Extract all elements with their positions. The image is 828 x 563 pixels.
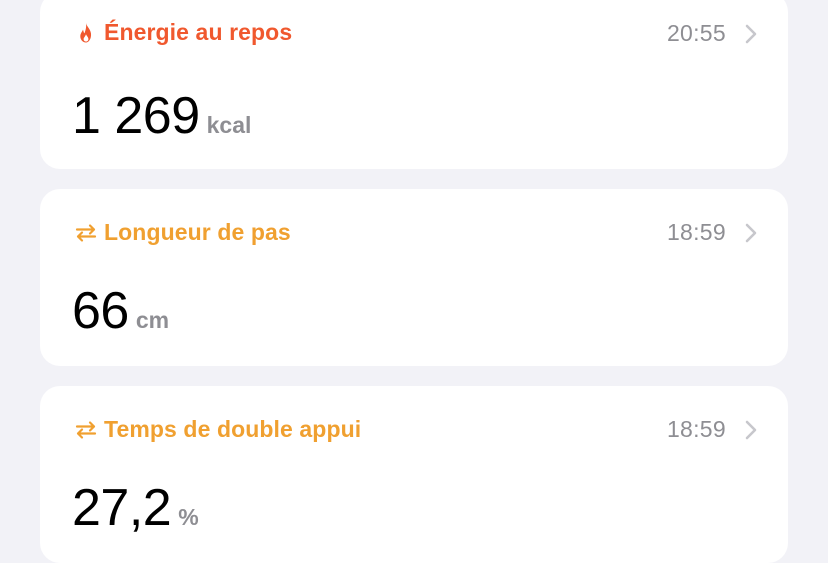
chevron-right-icon: [744, 24, 758, 44]
card-meta: 18:59: [667, 219, 758, 246]
metric-unit: cm: [135, 307, 170, 333]
arrows-swap-icon: [74, 221, 98, 245]
timestamp: 18:59: [666, 416, 726, 442]
metric-unit: kcal: [206, 112, 252, 138]
chevron-right-icon: [744, 420, 758, 440]
resting-energy-card[interactable]: Énergie au repos 20:55 1 269 kcal: [40, 0, 788, 169]
card-title: Énergie au repos: [104, 19, 293, 45]
double-support-time-card[interactable]: Temps de double appui 18:59 27,2 %: [40, 386, 788, 563]
value-row: 27,2 %: [72, 478, 199, 538]
value-row: 1 269 kcal: [72, 86, 251, 146]
flame-icon: [74, 21, 98, 45]
value-row: 66 cm: [72, 281, 169, 341]
card-header: Longueur de pas: [74, 219, 291, 246]
card-title: Temps de double appui: [104, 416, 362, 442]
arrows-swap-icon: [74, 418, 98, 442]
card-title: Longueur de pas: [104, 219, 291, 245]
step-length-card[interactable]: Longueur de pas 18:59 66 cm: [40, 189, 788, 366]
card-meta: 20:55: [667, 20, 758, 47]
card-meta: 18:59: [667, 416, 758, 443]
metric-unit: %: [178, 504, 199, 530]
timestamp: 18:59: [666, 219, 726, 245]
metric-value: 27,2: [72, 479, 172, 537]
chevron-right-icon: [744, 223, 758, 243]
metric-value: 1 269: [72, 87, 200, 145]
card-header: Énergie au repos: [74, 19, 292, 46]
card-header: Temps de double appui: [74, 416, 361, 443]
timestamp: 20:55: [666, 20, 726, 46]
metric-value: 66: [72, 282, 129, 340]
